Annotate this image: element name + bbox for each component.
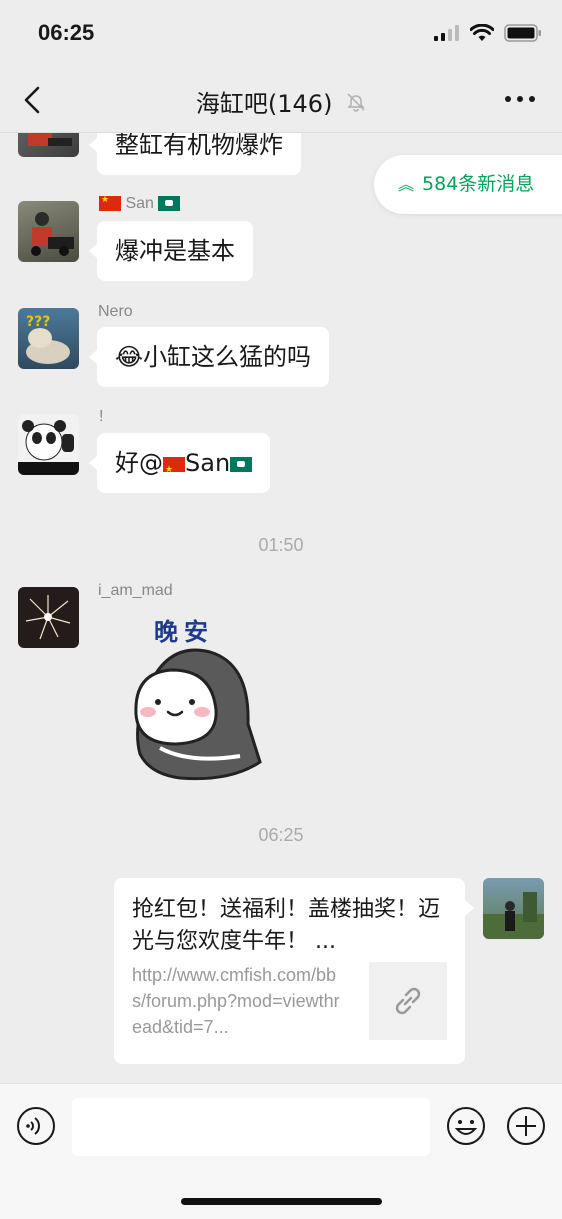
message-text: 😂小缸这么猛的吗 <box>115 343 312 371</box>
status-time: 06:25 <box>38 20 95 45</box>
china-flag-icon <box>99 194 121 212</box>
message-bubble[interactable]: 好@ San <box>88 433 271 493</box>
sender-name: Nero <box>98 303 133 320</box>
more-icon[interactable] <box>504 92 536 106</box>
nav-bar: 海缸吧(146) <box>0 70 562 133</box>
svg-text:???: ??? <box>26 314 50 330</box>
sticker-text: 晚安 <box>154 618 214 646</box>
avatar-photo-icon <box>31 212 74 256</box>
sender-name-text: San <box>125 195 154 212</box>
message-bubble[interactable]: 😂小缸这么猛的吗 <box>88 327 330 387</box>
battery-icon <box>504 24 541 42</box>
mention-name: San <box>185 449 231 477</box>
avatar-sparkler-icon <box>25 595 71 640</box>
double-chevron-up-icon: ︽ <box>398 175 415 194</box>
emoji-icon[interactable] <box>446 1106 486 1146</box>
link-card[interactable]: 抢红包！送福利！盖楼抽奖！迈光与您欢度牛年！ ... http://www.cm… <box>114 878 474 1064</box>
sticker-goodnight[interactable]: 晚安 <box>120 608 270 783</box>
link-card-thumbnail <box>369 962 447 1040</box>
home-indicator[interactable] <box>181 1198 382 1205</box>
mute-bell-icon <box>347 92 365 112</box>
macau-flag-icon <box>230 456 253 472</box>
time-separator: 01:50 <box>258 535 304 555</box>
chat-title-wrap: 海缸吧(146) <box>0 84 562 119</box>
macau-flag-icon <box>158 196 181 212</box>
avatar-hippo-icon: ??? <box>26 314 70 364</box>
status-icons <box>434 24 542 42</box>
china-flag-icon <box>163 455 185 485</box>
new-messages-button[interactable]: ︽ 584条新消息 <box>374 155 562 214</box>
message-text: 爆冲是基本 <box>115 237 235 265</box>
sender-name: ! <box>99 408 104 425</box>
time-separator: 06:25 <box>258 825 304 845</box>
message-text: 整缸有机物爆炸 <box>115 133 283 159</box>
link-icon <box>395 987 421 1015</box>
voice-icon[interactable] <box>16 1106 56 1146</box>
avatar-panda-icon <box>18 420 79 475</box>
message-bubble[interactable]: 整缸有机物爆炸 <box>89 133 301 175</box>
wifi-icon <box>470 24 494 41</box>
avatar[interactable] <box>18 414 79 475</box>
sender-name: San <box>99 194 181 213</box>
message-bubble[interactable]: 爆冲是基本 <box>89 221 253 281</box>
link-card-title: 抢红包！送福利！盖楼抽奖！迈光与您欢度牛年！ ... <box>132 897 441 954</box>
avatar-photo-icon <box>28 133 72 146</box>
link-card-url: http://www.cmfish.com/bbs/forum.php?mod=… <box>132 965 340 1037</box>
new-messages-label: 584条新消息 <box>422 173 535 195</box>
avatar[interactable]: ??? <box>18 308 79 369</box>
sender-name: i_am_mad <box>98 582 173 599</box>
chat-area[interactable]: 整缸有机物爆炸 San 爆冲是基本 ??? Nero 😂小缸这么猛的吗 <box>0 133 562 1083</box>
avatar[interactable] <box>18 587 79 648</box>
message-input[interactable] <box>72 1098 430 1156</box>
signal-icon <box>434 25 459 41</box>
chat-title: 海缸吧(146) <box>195 90 333 118</box>
avatar[interactable] <box>18 133 79 157</box>
avatar[interactable] <box>18 201 79 262</box>
mention-prefix: 好@ <box>115 449 163 477</box>
status-bar: 06:25 <box>0 0 562 70</box>
my-avatar[interactable] <box>483 878 544 939</box>
plus-icon[interactable] <box>506 1106 546 1146</box>
sticker-blob-icon <box>134 648 262 781</box>
avatar-person-icon <box>483 892 544 939</box>
